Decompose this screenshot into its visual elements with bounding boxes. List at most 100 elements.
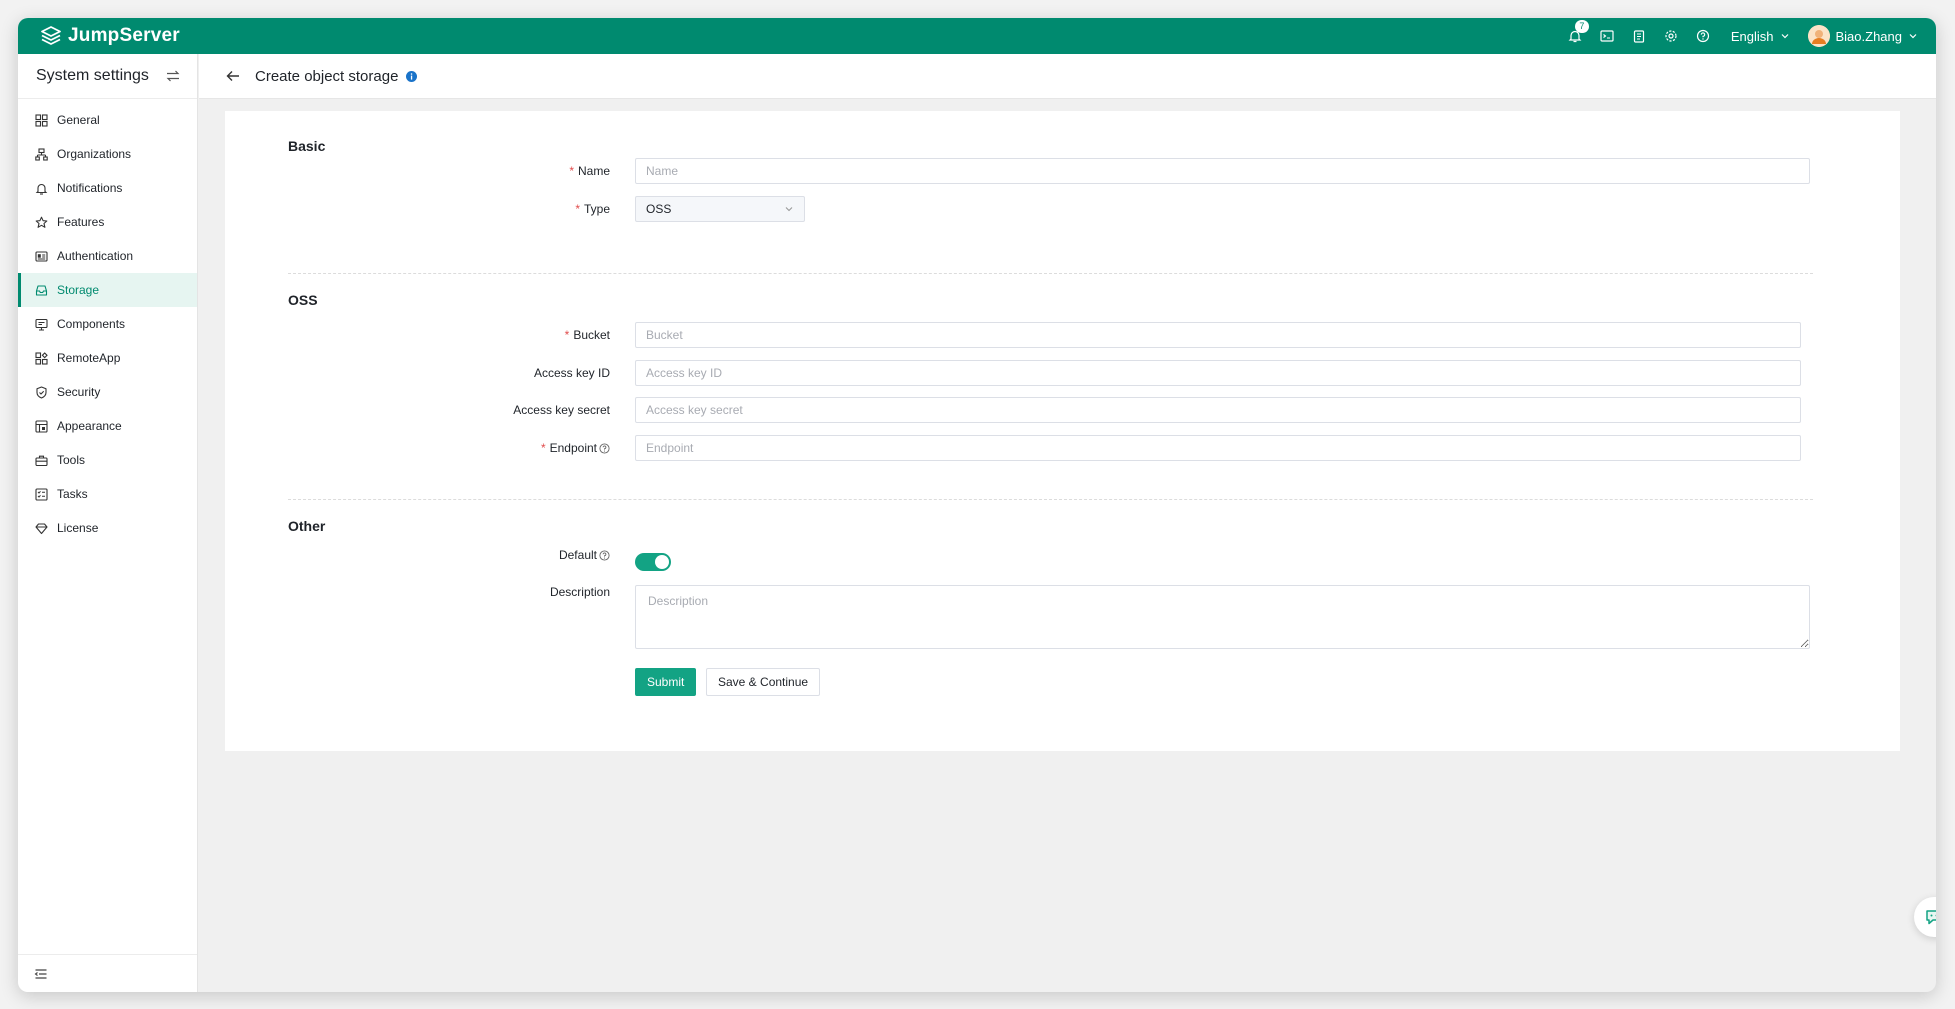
collapse-sidebar-button[interactable] — [18, 954, 197, 992]
jumpserver-logo-icon — [41, 26, 61, 45]
help-button[interactable] — [1687, 18, 1719, 54]
avatar — [1807, 25, 1830, 47]
brand-logo[interactable]: JumpServer — [40, 25, 180, 47]
section-divider — [288, 273, 1813, 274]
sidebar-header: System settings — [18, 54, 197, 99]
gear-icon — [1665, 30, 1677, 42]
sidebar-menu: General Organizations Notifications Feat… — [18, 99, 197, 545]
sidebar-item-tasks[interactable]: Tasks — [18, 477, 197, 511]
language-label: English — [1730, 28, 1774, 44]
type-label: * Type — [575, 202, 610, 216]
required-mark: * — [575, 202, 580, 216]
help-icon — [1696, 29, 1709, 43]
access-key-secret-label: Access key secret — [513, 403, 610, 417]
shield-icon — [36, 385, 47, 399]
sidebar-item-label: Tasks — [57, 487, 88, 501]
notifications-button[interactable]: 7 — [1559, 18, 1591, 54]
access-key-id-label: Access key ID — [533, 366, 610, 380]
sidebar-item-label: Tools — [57, 453, 86, 467]
sidebar-item-remoteapp[interactable]: RemoteApp — [18, 341, 197, 375]
language-selector[interactable]: English — [1731, 29, 1790, 44]
tickets-button[interactable] — [1623, 18, 1655, 54]
apps-icon — [35, 351, 48, 365]
diamond-icon — [35, 522, 48, 534]
endpoint-input[interactable] — [635, 435, 1801, 461]
toolbox-icon — [35, 455, 48, 466]
save-continue-button[interactable]: Save & Continue — [706, 668, 821, 696]
palette-icon — [35, 419, 48, 433]
sidebar-item-label: Components — [57, 317, 126, 331]
user-menu[interactable]: Biao.Zhang — [1807, 25, 1919, 47]
storage-icon — [35, 284, 48, 296]
settings-button[interactable] — [1655, 18, 1687, 54]
user-avatar-icon — [1807, 25, 1830, 47]
chat-assistant-button[interactable] — [1914, 897, 1936, 937]
form-card: Basic * Name * Type OSS OSS * Bucket Acc… — [225, 111, 1900, 751]
endpoint-label: * Endpoint — [541, 435, 610, 461]
sidebar-item-components[interactable]: Components — [18, 307, 197, 341]
default-toggle[interactable] — [635, 553, 671, 571]
terminal-icon — [1600, 30, 1614, 42]
description-label: Description — [549, 585, 610, 599]
arrow-left-icon — [226, 71, 239, 81]
access-key-id-input[interactable] — [635, 360, 1801, 386]
chevron-down-icon — [785, 207, 793, 212]
sidebar-item-features[interactable]: Features — [18, 205, 197, 239]
help-icon[interactable] — [599, 549, 610, 561]
sidebar: System settings General Organizations No… — [18, 54, 198, 992]
grid-icon — [35, 113, 48, 127]
required-mark: * — [569, 164, 574, 178]
sidebar-item-tools[interactable]: Tools — [18, 443, 197, 477]
info-icon[interactable] — [406, 70, 418, 82]
top-navbar: JumpServer 7 English Biao.Zhang — [18, 18, 1936, 54]
bell-icon — [35, 183, 48, 195]
sidebar-title: System settings — [36, 67, 149, 84]
id-card-icon — [35, 250, 48, 262]
notification-badge: 7 — [1574, 20, 1589, 33]
sidebar-item-organizations[interactable]: Organizations — [18, 137, 197, 171]
type-select[interactable]: OSS — [635, 196, 805, 222]
sidebar-item-label: Organizations — [57, 147, 132, 161]
sidebar-item-label: Notifications — [57, 181, 123, 195]
bucket-label: * Bucket — [564, 328, 610, 342]
chat-bubble-icon — [1926, 910, 1936, 925]
sidebar-item-label: Security — [57, 385, 101, 399]
required-mark: * — [564, 328, 570, 342]
help-icon[interactable] — [599, 442, 610, 454]
brand-name: JumpServer — [68, 25, 180, 46]
sidebar-item-authentication[interactable]: Authentication — [18, 239, 197, 273]
swap-view-icon[interactable] — [165, 68, 181, 84]
terminal-button[interactable] — [1591, 18, 1623, 54]
access-key-secret-input[interactable] — [635, 397, 1801, 423]
page-title: Create object storage — [255, 67, 399, 85]
tasks-icon — [35, 487, 48, 501]
type-select-value: OSS — [646, 202, 672, 216]
sidebar-item-notifications[interactable]: Notifications — [18, 171, 197, 205]
required-mark: * — [540, 441, 546, 455]
page-header: Create object storage — [199, 54, 1936, 99]
section-divider — [288, 499, 1813, 500]
sidebar-item-label: Features — [57, 215, 105, 229]
sidebar-item-appearance[interactable]: Appearance — [18, 409, 197, 443]
sidebar-item-storage[interactable]: Storage — [18, 273, 197, 307]
section-title-other: Other — [288, 518, 326, 534]
chevron-down-icon — [1909, 34, 1917, 39]
name-input[interactable] — [635, 158, 1810, 184]
bucket-input[interactable] — [635, 322, 1801, 348]
sidebar-item-general[interactable]: General — [18, 103, 197, 137]
app-window: JumpServer 7 English Biao.Zhang System s… — [18, 18, 1936, 992]
collapse-menu-icon — [34, 968, 47, 979]
top-right-controls: 7 English Biao.Zhang — [1559, 18, 1936, 54]
name-label: * Name — [569, 164, 610, 178]
star-icon — [35, 216, 48, 228]
sidebar-item-label: Authentication — [57, 249, 134, 263]
default-label: Default — [559, 542, 610, 568]
description-textarea[interactable] — [635, 585, 1810, 649]
sidebar-item-label: License — [57, 521, 99, 535]
sidebar-item-security[interactable]: Security — [18, 375, 197, 409]
back-button[interactable] — [225, 68, 241, 84]
submit-button[interactable]: Submit — [635, 668, 697, 696]
sidebar-item-label: RemoteApp — [57, 351, 121, 365]
section-title-oss: OSS — [288, 292, 318, 308]
sidebar-item-license[interactable]: License — [18, 511, 197, 545]
